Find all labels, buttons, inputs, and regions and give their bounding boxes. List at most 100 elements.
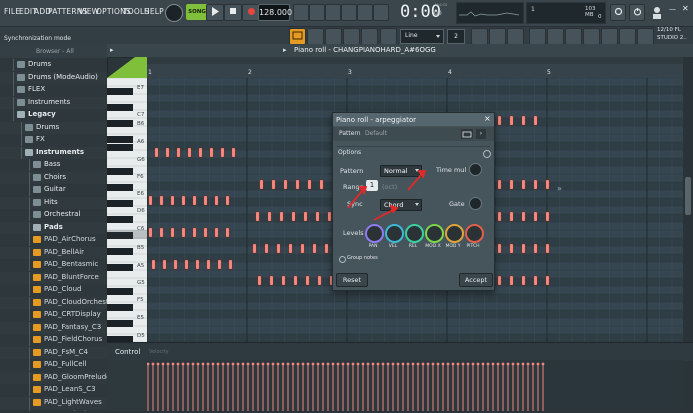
note[interactable] bbox=[226, 196, 229, 205]
tool-button-2[interactable] bbox=[325, 28, 342, 45]
tool-button-4[interactable] bbox=[361, 28, 378, 45]
play-button[interactable] bbox=[206, 4, 224, 21]
folder-item[interactable]: Guitar bbox=[0, 184, 107, 196]
preset-item[interactable]: PAD_GloomPrelude bbox=[0, 371, 107, 384]
tool-button-1[interactable] bbox=[307, 28, 324, 45]
preset-item[interactable]: PAD_AirChorus bbox=[0, 234, 107, 246]
menu-file[interactable]: FILE bbox=[4, 7, 20, 16]
velocity-handle[interactable] bbox=[326, 362, 330, 366]
mixer-button[interactable] bbox=[529, 28, 546, 45]
note[interactable] bbox=[294, 276, 297, 285]
note[interactable] bbox=[316, 212, 319, 221]
velocity-handle[interactable] bbox=[296, 362, 300, 366]
tool-button-8[interactable] bbox=[507, 28, 524, 45]
velocity-handle[interactable] bbox=[446, 362, 450, 366]
velocity-handle[interactable] bbox=[301, 362, 305, 366]
tool-button-5[interactable] bbox=[380, 28, 397, 45]
note[interactable] bbox=[210, 148, 213, 157]
velocity-handle[interactable] bbox=[541, 362, 545, 366]
control-label[interactable]: Control bbox=[115, 348, 140, 356]
playlist-button[interactable] bbox=[583, 28, 600, 45]
countdown-button[interactable] bbox=[325, 4, 341, 21]
step-edit-button[interactable] bbox=[373, 4, 389, 21]
velocity-handle[interactable] bbox=[436, 362, 440, 366]
note[interactable] bbox=[160, 228, 163, 237]
velocity-handle[interactable] bbox=[226, 362, 230, 366]
velocity-handle[interactable] bbox=[531, 362, 535, 366]
note[interactable] bbox=[218, 260, 221, 269]
note[interactable] bbox=[534, 244, 537, 253]
velocity-handle[interactable] bbox=[411, 362, 415, 366]
preset-item[interactable]: PAD_FieldChorus bbox=[0, 334, 107, 346]
folder-item[interactable]: Instruments bbox=[0, 146, 107, 159]
note[interactable] bbox=[204, 228, 207, 237]
velocity-handle[interactable] bbox=[376, 362, 380, 366]
velocity-handle[interactable] bbox=[441, 362, 445, 366]
note[interactable] bbox=[221, 148, 224, 157]
note[interactable] bbox=[272, 180, 275, 189]
folder-item[interactable]: Drums (ModeAudio) bbox=[0, 71, 107, 84]
note[interactable] bbox=[215, 228, 218, 237]
velocity-handle[interactable] bbox=[281, 362, 285, 366]
preset-item[interactable]: PAD_BluntForce bbox=[0, 271, 107, 284]
note[interactable] bbox=[196, 260, 199, 269]
velocity-handle[interactable] bbox=[536, 362, 540, 366]
velocity-handle[interactable] bbox=[201, 362, 205, 366]
velocity-handle[interactable] bbox=[196, 362, 200, 366]
velocity-handle[interactable] bbox=[386, 362, 390, 366]
header-arrow-icon[interactable]: ▸ bbox=[110, 46, 114, 54]
note[interactable] bbox=[498, 276, 501, 285]
note[interactable] bbox=[510, 276, 513, 285]
velocity-handle[interactable] bbox=[511, 362, 515, 366]
note[interactable] bbox=[328, 212, 331, 221]
velocity-handle[interactable] bbox=[311, 362, 315, 366]
preset-item[interactable]: PAD_Fantasy_C3 bbox=[0, 321, 107, 334]
preset-item[interactable]: PAD_LeanS_C3 bbox=[0, 384, 107, 396]
note[interactable] bbox=[258, 276, 261, 285]
note[interactable] bbox=[498, 212, 501, 221]
note[interactable] bbox=[289, 244, 292, 253]
note[interactable] bbox=[260, 180, 263, 189]
note[interactable] bbox=[149, 196, 152, 205]
metronome-button[interactable] bbox=[293, 4, 309, 21]
velocity-handle[interactable] bbox=[176, 362, 180, 366]
time-ruler[interactable]: 1 2 3 4 5 bbox=[147, 57, 683, 78]
note[interactable] bbox=[510, 244, 513, 253]
note[interactable] bbox=[188, 148, 191, 157]
note[interactable] bbox=[522, 116, 525, 125]
online-icon[interactable] bbox=[650, 3, 664, 21]
preset-item[interactable]: PAD_CloudOrchestra bbox=[0, 296, 107, 309]
velocity-handle[interactable] bbox=[351, 362, 355, 366]
preset-item[interactable]: PAD_LightWaves bbox=[0, 396, 107, 409]
velocity-handle[interactable] bbox=[466, 362, 470, 366]
note[interactable] bbox=[199, 148, 202, 157]
velocity-handle[interactable] bbox=[166, 362, 170, 366]
note[interactable] bbox=[498, 116, 501, 125]
note[interactable] bbox=[304, 212, 307, 221]
note[interactable] bbox=[280, 212, 283, 221]
velocity-handle[interactable] bbox=[431, 362, 435, 366]
velocity-handle[interactable] bbox=[521, 362, 525, 366]
loop-record-button[interactable] bbox=[357, 4, 373, 21]
velocity-handle[interactable] bbox=[416, 362, 420, 366]
velocity-handle[interactable] bbox=[421, 362, 425, 366]
velocity-handle[interactable] bbox=[181, 362, 185, 366]
velocity-handle[interactable] bbox=[391, 362, 395, 366]
velocity-handle[interactable] bbox=[496, 362, 500, 366]
folder-item[interactable]: Hits bbox=[0, 196, 107, 209]
piano-roll-button[interactable] bbox=[565, 28, 582, 45]
velocity-handle[interactable] bbox=[276, 362, 280, 366]
velocity-handle[interactable] bbox=[261, 362, 265, 366]
note[interactable] bbox=[320, 180, 323, 189]
note[interactable] bbox=[182, 196, 185, 205]
velocity-handle[interactable] bbox=[321, 362, 325, 366]
velocity-handle[interactable] bbox=[346, 362, 350, 366]
velocity-handle[interactable] bbox=[481, 362, 485, 366]
note[interactable] bbox=[546, 180, 549, 189]
velocity-handle[interactable] bbox=[241, 362, 245, 366]
velocity-handle[interactable] bbox=[401, 362, 405, 366]
note[interactable] bbox=[193, 196, 196, 205]
note[interactable] bbox=[171, 228, 174, 237]
velocity-handle[interactable] bbox=[491, 362, 495, 366]
note[interactable] bbox=[534, 276, 537, 285]
